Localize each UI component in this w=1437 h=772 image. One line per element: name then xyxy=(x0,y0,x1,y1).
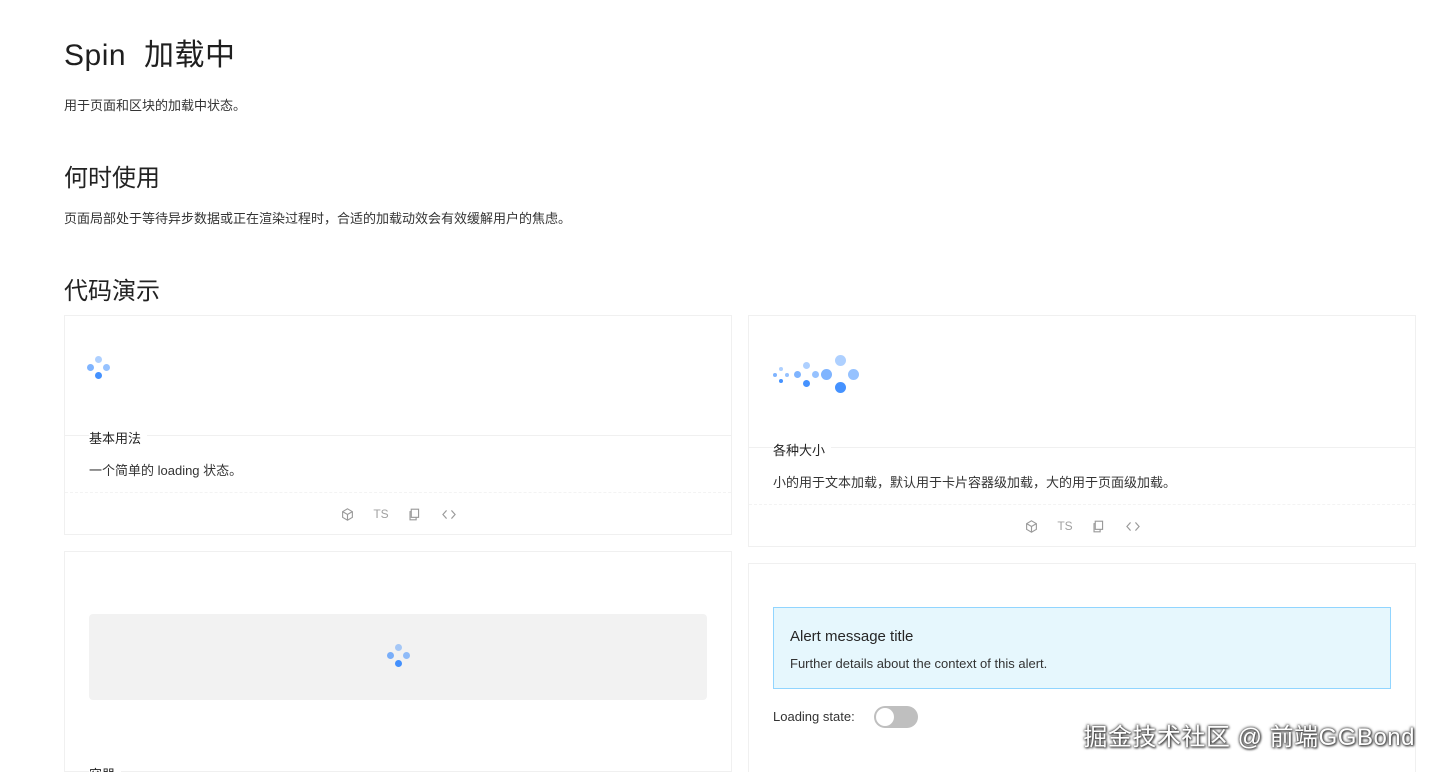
loading-state-label: Loading state: xyxy=(773,709,855,724)
watermark: 掘金技术社区 @ 前端GGBond xyxy=(1083,724,1415,751)
page-title-en: Spin xyxy=(64,39,127,72)
page: Spin 加载中 用于页面和区块的加载中状态。 何时使用 页面局部处于等待异步数据… xyxy=(0,0,1437,772)
demo-card-basic: 基本用法 一个简单的 loading 状态。 TS xyxy=(64,315,732,535)
page-title-cn: 加载中 xyxy=(144,39,236,72)
alert-title: Alert message title xyxy=(790,628,914,645)
ts-toggle[interactable]: TS xyxy=(373,506,388,522)
demo-actions: TS xyxy=(65,506,731,522)
spin-default xyxy=(794,362,820,388)
codesandbox-icon[interactable] xyxy=(339,506,355,522)
demo-title: 各种大小 xyxy=(773,440,832,459)
demo-title: 基本用法 xyxy=(89,428,148,447)
alert-box: Alert message title Further details abou… xyxy=(773,607,1391,689)
divider xyxy=(65,435,731,436)
demo-title: 容器 xyxy=(89,764,122,772)
spin-indicator xyxy=(87,356,113,382)
demo-card-container: 容器 xyxy=(64,551,732,772)
copy-icon[interactable] xyxy=(1091,518,1107,534)
demo-heading: 代码演示 xyxy=(64,278,160,305)
loading-state-switch[interactable] xyxy=(874,706,918,728)
code-expand-icon[interactable] xyxy=(1125,518,1141,534)
spin-small xyxy=(773,367,789,383)
alert-description: Further details about the context of thi… xyxy=(790,656,1048,671)
when-to-use-heading: 何时使用 xyxy=(64,165,160,192)
code-expand-icon[interactable] xyxy=(441,506,457,522)
page-title: Spin 加载中 xyxy=(64,30,236,74)
switch-knob xyxy=(876,708,894,726)
divider xyxy=(65,492,731,493)
ts-toggle[interactable]: TS xyxy=(1057,518,1072,534)
demo-description: 一个简单的 loading 状态。 xyxy=(89,463,243,478)
codesandbox-icon[interactable] xyxy=(1023,518,1039,534)
spin-large xyxy=(821,355,861,395)
divider xyxy=(749,447,1415,448)
demo-description: 小的用于文本加载，默认用于卡片容器级加载，大的用于页面级加载。 xyxy=(773,475,1177,490)
spin-container xyxy=(89,614,707,700)
page-intro: 用于页面和区块的加载中状态。 xyxy=(64,98,247,113)
spin-indicator xyxy=(387,644,411,668)
when-to-use-text: 页面局部处于等待异步数据或正在渲染过程时，合适的加载动效会有效缓解用户的焦虑。 xyxy=(64,211,572,226)
divider xyxy=(749,504,1415,505)
demo-card-sizes: 各种大小 小的用于文本加载，默认用于卡片容器级加载，大的用于页面级加载。 TS xyxy=(748,315,1416,547)
demo-actions: TS xyxy=(749,518,1415,534)
copy-icon[interactable] xyxy=(407,506,423,522)
